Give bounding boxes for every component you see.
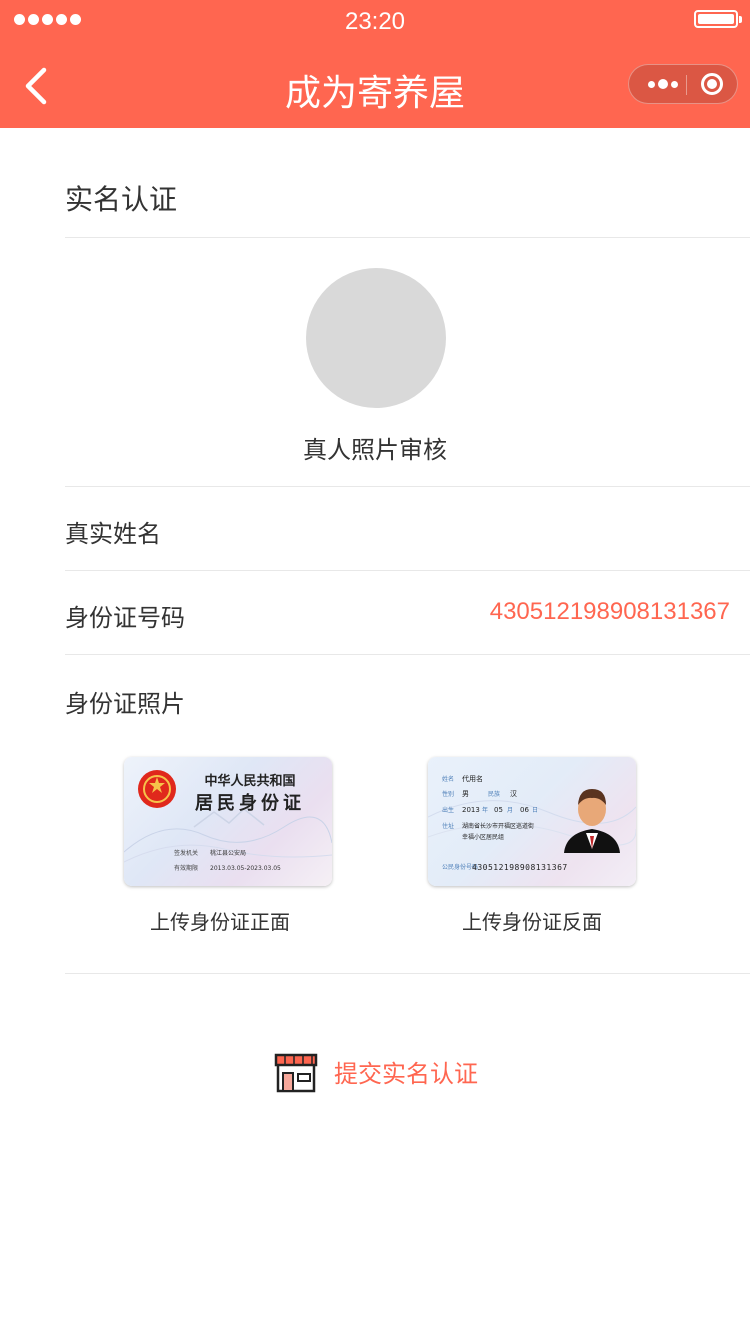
card-front-validity-label: 有效期限 bbox=[174, 864, 198, 872]
card-back-birth-year-unit: 年 bbox=[482, 806, 488, 814]
card-front-line2: 居民身份证 bbox=[195, 792, 305, 814]
capsule-menu bbox=[628, 64, 738, 104]
close-mini-program-icon[interactable] bbox=[701, 73, 723, 95]
card-back-ethnic-value: 汉 bbox=[510, 790, 517, 798]
id-number-label: 身份证号码 bbox=[65, 604, 185, 632]
card-back-name-value: 代用名 bbox=[462, 774, 483, 783]
card-back-ethnic-label: 民族 bbox=[488, 790, 500, 798]
upload-back-label: 上传身份证反面 bbox=[462, 910, 602, 934]
card-back-gender-label: 性别 bbox=[442, 790, 454, 798]
id-card-front-image: 中华人民共和国 居民身份证 签发机关 桃江县公安局 有效期限 2013.03.0… bbox=[124, 770, 332, 872]
card-back-birth-month: 05 bbox=[494, 806, 503, 814]
nav-bar: 成为寄养屋 bbox=[0, 44, 750, 128]
card-back-address-label: 住址 bbox=[442, 822, 454, 830]
id-photo-label: 身份证照片 bbox=[65, 690, 185, 718]
card-back-address-line2: 幸福小区居民组 bbox=[462, 833, 504, 841]
divider bbox=[65, 973, 750, 974]
id-card-front-upload[interactable]: 中华人民共和国 居民身份证 签发机关 桃江县公安局 有效期限 2013.03.0… bbox=[124, 757, 332, 886]
status-time: 23:20 bbox=[344, 8, 406, 35]
capsule-divider bbox=[686, 75, 687, 95]
card-back-number-value: 430512198908131367 bbox=[472, 863, 568, 872]
national-emblem-icon bbox=[138, 770, 176, 808]
card-front-line1: 中华人民共和国 bbox=[204, 773, 295, 789]
divider bbox=[65, 654, 750, 655]
card-back-gender-value: 男 bbox=[462, 790, 469, 798]
card-back-birth-month-unit: 月 bbox=[507, 807, 513, 814]
status-bar: 23:20 bbox=[0, 0, 750, 44]
card-back-birth-label: 出生 bbox=[442, 806, 454, 814]
id-number-field[interactable]: 430512198908131367 bbox=[490, 598, 730, 626]
real-name-label: 真实姓名 bbox=[65, 520, 161, 548]
card-front-validity-value: 2013.03.05-2023.03.05 bbox=[210, 865, 281, 872]
card-back-birth-day-unit: 日 bbox=[532, 807, 538, 814]
id-card-back-upload[interactable]: 姓名 代用名 性别 男 民族 汉 出生 2013 年 05 月 06 日 住址 … bbox=[428, 757, 636, 886]
id-card-back-image: 姓名 代用名 性别 男 民族 汉 出生 2013 年 05 月 06 日 住址 … bbox=[428, 774, 636, 872]
card-back-name-label: 姓名 bbox=[442, 775, 454, 783]
card-back-address-line1: 湖南省长沙市开福区巡道街 bbox=[462, 822, 534, 830]
card-back-birth-day: 06 bbox=[520, 806, 529, 814]
divider bbox=[65, 570, 750, 571]
submit-label: 提交实名认证 bbox=[334, 1059, 478, 1088]
more-icon[interactable] bbox=[643, 65, 683, 103]
divider bbox=[65, 237, 750, 238]
real-photo-label: 真人照片审核 bbox=[303, 436, 447, 464]
submit-verification-button[interactable]: 提交实名认证 bbox=[272, 1046, 478, 1096]
card-front-authority-label: 签发机关 bbox=[174, 849, 198, 857]
card-front-authority-value: 桃江县公安局 bbox=[210, 849, 246, 857]
divider bbox=[65, 486, 750, 487]
real-photo-upload[interactable] bbox=[306, 268, 446, 408]
battery-icon bbox=[694, 10, 742, 28]
upload-front-label: 上传身份证正面 bbox=[150, 910, 290, 934]
section-title: 实名认证 bbox=[65, 183, 178, 216]
card-back-birth-year: 2013 bbox=[462, 806, 480, 814]
shop-icon bbox=[274, 1053, 318, 1093]
